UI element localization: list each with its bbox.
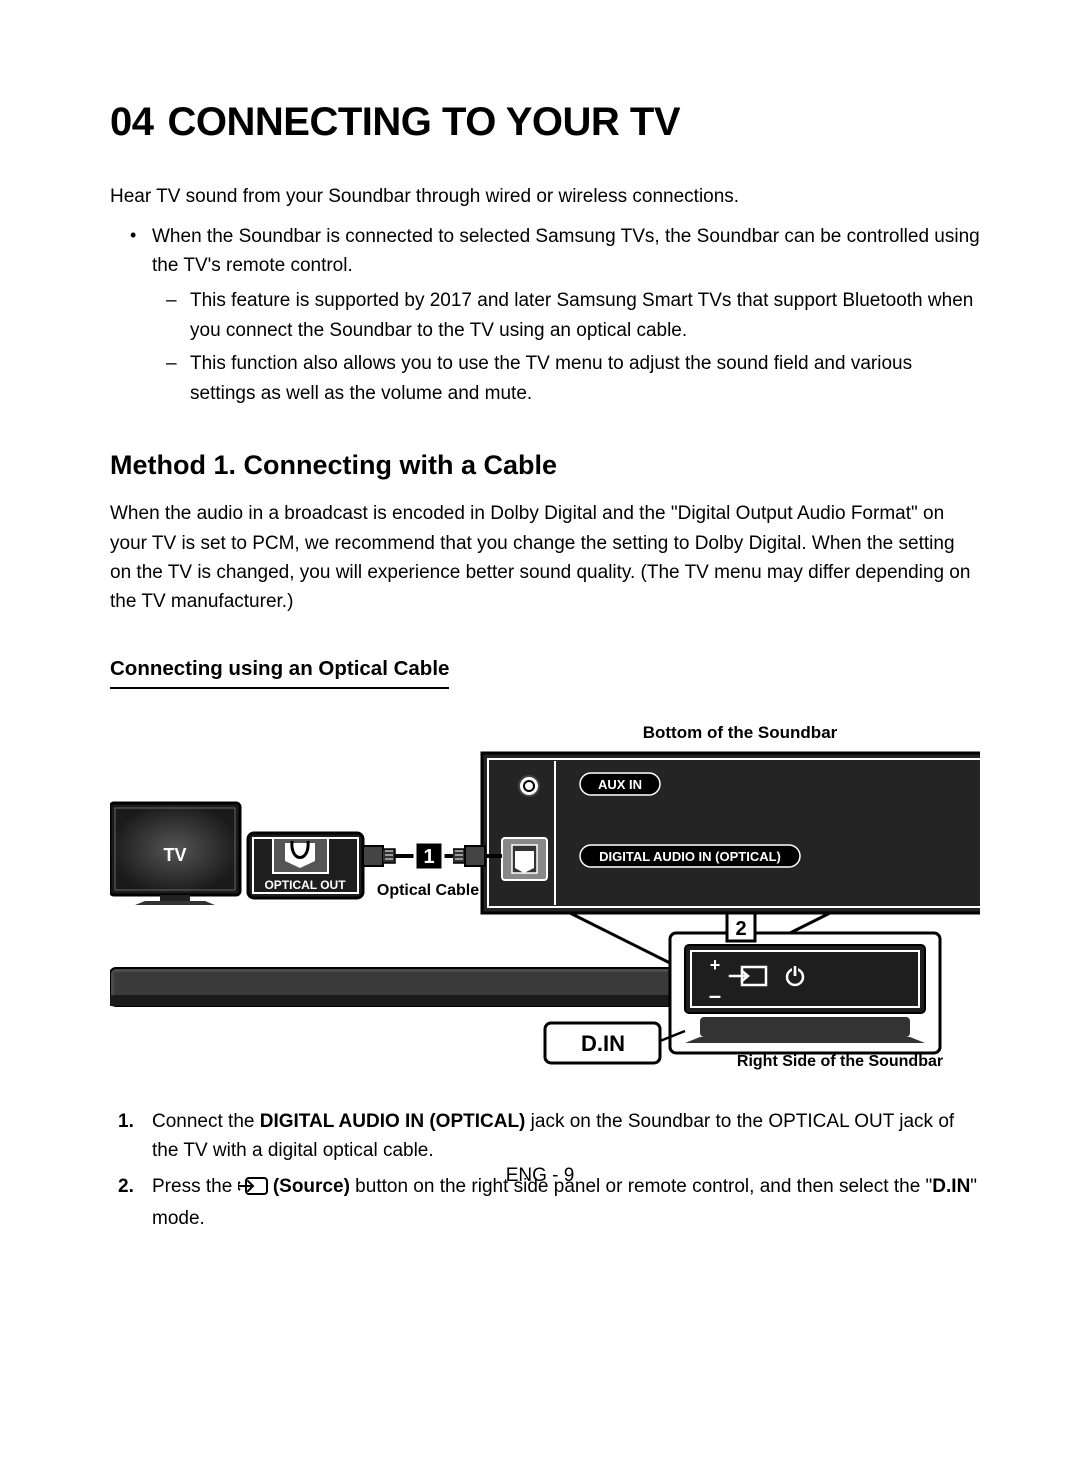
optical-out-label: OPTICAL OUT bbox=[264, 878, 346, 892]
method-heading: Method 1. Connecting with a Cable bbox=[110, 450, 980, 481]
soundbar-bottom-panel bbox=[482, 753, 980, 913]
din-label: D.IN bbox=[581, 1031, 625, 1056]
bullet-item: When the Soundbar is connected to select… bbox=[142, 222, 980, 409]
intro-paragraph: Hear TV sound from your Soundbar through… bbox=[110, 183, 980, 212]
diagram-top-label: Bottom of the Soundbar bbox=[643, 723, 838, 742]
dash-item: This feature is supported by 2017 and la… bbox=[182, 286, 980, 345]
step-bold: DIGITAL AUDIO IN (OPTICAL) bbox=[260, 1111, 526, 1132]
step-text: Connect the bbox=[152, 1111, 260, 1132]
bullet-list: When the Soundbar is connected to select… bbox=[110, 222, 980, 409]
bullet-text: When the Soundbar is connected to select… bbox=[152, 226, 980, 276]
right-side-label: Right Side of the Soundbar bbox=[737, 1053, 943, 1070]
tv-label: TV bbox=[163, 845, 186, 865]
callout-1: 1 bbox=[423, 846, 434, 868]
svg-text:+: + bbox=[710, 955, 721, 975]
dash-list: This feature is supported by 2017 and la… bbox=[152, 286, 980, 408]
step-1: 1. Connect the DIGITAL AUDIO IN (OPTICAL… bbox=[142, 1107, 980, 1166]
callout-2: 2 bbox=[735, 918, 746, 940]
page-footer: ENG - 9 bbox=[0, 1165, 1080, 1187]
dash-item: This function also allows you to use the… bbox=[182, 349, 980, 408]
section-title-text: CONNECTING TO YOUR TV bbox=[168, 100, 681, 144]
connection-diagram: Bottom of the Soundbar AUX IN DIGITAL AU… bbox=[110, 723, 980, 1073]
step-number: 1. bbox=[118, 1107, 134, 1136]
svg-text:–: – bbox=[709, 983, 721, 1008]
aux-in-label: AUX IN bbox=[598, 777, 642, 792]
section-heading: 04 CONNECTING TO YOUR TV bbox=[110, 100, 980, 145]
section-number: 04 bbox=[110, 100, 154, 144]
optical-cable-label: Optical Cable bbox=[377, 882, 479, 899]
digital-audio-in-label: DIGITAL AUDIO IN (OPTICAL) bbox=[599, 849, 781, 864]
subsection-heading: Connecting using an Optical Cable bbox=[110, 657, 449, 689]
method-body: When the audio in a broadcast is encoded… bbox=[110, 499, 980, 617]
